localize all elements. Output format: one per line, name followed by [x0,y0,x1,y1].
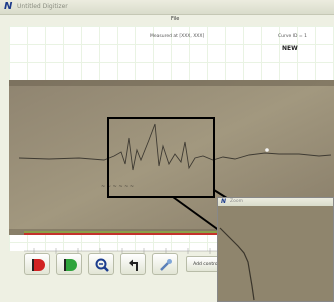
eyedropper-icon [160,259,172,271]
window-title: Untitled Digitizer [17,3,68,10]
curve-id-label: Curve ID = 1 [278,34,307,39]
menu-bar: File [9,16,334,26]
title-bar: N Untitled Digitizer [0,0,334,15]
zoomed-image-view[interactable] [218,206,334,302]
curve-status-value: NEW [282,45,298,52]
return-arrow-icon [129,259,138,271]
magnifier-icon [95,258,109,272]
handwritten-annotation: ~ ~ ~ ~ ~ ~ [101,184,134,190]
menu-file[interactable]: File [171,16,179,22]
undo-button[interactable] [120,253,146,275]
start-red-marker-button[interactable] [24,253,50,275]
zoom-window: N Zoom [217,197,334,302]
pick-color-button[interactable] [152,253,178,275]
app-logo-icon: N [4,1,13,12]
start-green-marker-button[interactable] [56,253,82,275]
control-point-marker [265,148,269,152]
red-marker-icon [32,259,45,271]
zoom-window-title-bar: N Zoom [218,198,333,206]
green-marker-icon [64,259,77,271]
zoom-window-title: Zoom [230,199,243,204]
zoom-button[interactable] [88,253,114,275]
measurement-readout: Measured at [XXX, XXX] [150,34,205,39]
zoom-window-logo-icon: N [221,198,227,205]
